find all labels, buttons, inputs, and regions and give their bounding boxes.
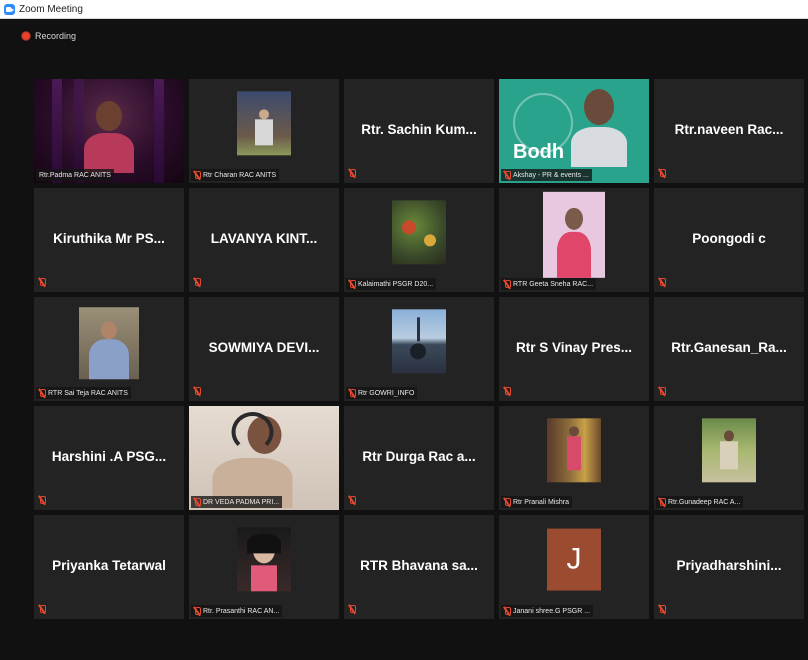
participant-tile[interactable]: Rtr Durga Rac a...	[344, 406, 494, 510]
mic-muted-icon	[504, 279, 511, 289]
mic-muted-icon	[39, 496, 46, 505]
participant-tile[interactable]: RTR Geeta Sneha RAC...	[499, 188, 649, 292]
mic-muted-icon	[194, 606, 201, 616]
mic-muted-icon	[194, 170, 201, 180]
participant-name-label: Janani shree.G PSGR ...	[501, 605, 594, 617]
participant-name-label: Rtr GOWRI_INFO	[346, 387, 418, 399]
participant-name-label: Kalaimathi PSGR D20...	[346, 278, 437, 290]
profile-photo	[79, 307, 139, 380]
banner-text: Bodh	[513, 141, 565, 163]
participant-name-label: RTR Geeta Sneha RAC...	[501, 278, 597, 290]
participant-tile[interactable]: Rtr Charan RAC ANITS	[189, 79, 339, 183]
participant-name-label: DR VEDA PADMA PRI...	[191, 496, 283, 508]
mic-muted-icon	[504, 497, 511, 507]
participant-name: Rtr.Ganesan_Ra...	[671, 340, 787, 355]
participant-tile[interactable]: RTR Bhavana sa...	[344, 515, 494, 619]
profile-photo	[547, 418, 601, 483]
profile-photo	[543, 191, 605, 278]
mic-muted-icon	[349, 496, 356, 505]
participant-avatar: J	[547, 528, 601, 591]
participant-name-label: Akshay - PR & events ...	[501, 169, 592, 181]
participant-tile[interactable]: Rtr. Prasanthi RAC AN...	[189, 515, 339, 619]
mic-muted-icon	[349, 169, 356, 178]
participant-tile[interactable]: Rtr.naveen Rac...	[654, 79, 804, 183]
mic-muted-icon	[39, 278, 46, 287]
participant-name-label: RTR Sai Teja RAC ANITS	[36, 387, 131, 399]
participant-tile[interactable]: Rtr Pranali Mishra	[499, 406, 649, 510]
profile-photo	[392, 200, 446, 265]
participant-tile[interactable]: Poongodi c	[654, 188, 804, 292]
mic-muted-icon	[194, 278, 201, 287]
participant-tile[interactable]: DR VEDA PADMA PRI...	[189, 406, 339, 510]
participant-video	[34, 79, 184, 183]
mic-muted-icon	[659, 278, 666, 287]
participant-tile[interactable]: Bodh Akshay - PR & events ...	[499, 79, 649, 183]
mic-muted-icon	[504, 387, 511, 396]
participant-name: Rtr Durga Rac a...	[362, 449, 476, 464]
participant-video	[189, 406, 339, 510]
participant-name-label: Rtr.Gunadeep RAC A...	[656, 496, 744, 508]
mic-muted-icon	[659, 605, 666, 614]
participant-name: Priyadharshini...	[676, 558, 782, 573]
mic-muted-icon	[659, 169, 666, 178]
mic-muted-icon	[659, 387, 666, 396]
mic-muted-icon	[504, 170, 511, 180]
participant-tile[interactable]: RTR Sai Teja RAC ANITS	[34, 297, 184, 401]
participant-tile[interactable]: Kiruthika Mr PS...	[34, 188, 184, 292]
mic-muted-icon	[194, 387, 201, 396]
participant-tile[interactable]: Rtr.Gunadeep RAC A...	[654, 406, 804, 510]
window-title: Zoom Meeting	[19, 3, 83, 15]
participant-tile[interactable]: Rtr.Padma RAC ANITS	[34, 79, 184, 183]
participant-name: RTR Bhavana sa...	[360, 558, 478, 573]
recording-icon	[22, 32, 30, 40]
meeting-area: Recording Rtr.Padma RAC ANITS Rtr Charan…	[0, 19, 808, 660]
mic-muted-icon	[39, 605, 46, 614]
participant-name: LAVANYA KINT...	[210, 231, 318, 246]
mic-muted-icon	[659, 497, 666, 507]
participant-tile[interactable]: Rtr GOWRI_INFO	[344, 297, 494, 401]
recording-indicator[interactable]: Recording	[22, 31, 76, 41]
profile-photo	[702, 418, 756, 483]
profile-photo	[237, 527, 291, 592]
participant-tile[interactable]: LAVANYA KINT...	[189, 188, 339, 292]
participant-name: Priyanka Tetarwal	[52, 558, 166, 573]
participant-tile[interactable]: Rtr S Vinay Pres...	[499, 297, 649, 401]
participant-tile[interactable]: Harshini .A PSG...	[34, 406, 184, 510]
mic-muted-icon	[349, 388, 356, 398]
participant-tile[interactable]: Rtr. Sachin Kum...	[344, 79, 494, 183]
mic-muted-icon	[194, 497, 201, 507]
participant-tile[interactable]: SOWMIYA DEVI...	[189, 297, 339, 401]
participant-tile[interactable]: Priyadharshini...	[654, 515, 804, 619]
participant-video: Bodh	[499, 79, 649, 183]
participant-name: SOWMIYA DEVI...	[208, 340, 320, 355]
participant-name: Poongodi c	[692, 231, 766, 246]
title-bar: Zoom Meeting	[0, 0, 808, 19]
mic-muted-icon	[39, 388, 46, 398]
participant-tile[interactable]: Rtr.Ganesan_Ra...	[654, 297, 804, 401]
mic-muted-icon	[349, 279, 356, 289]
participant-name-label: Rtr.Padma RAC ANITS	[36, 169, 114, 181]
zoom-app-icon	[4, 3, 15, 15]
participant-name: Rtr S Vinay Pres...	[515, 340, 633, 355]
participant-name: Rtr.naveen Rac...	[674, 122, 784, 137]
mic-muted-icon	[349, 605, 356, 614]
participant-tile[interactable]: J Janani shree.G PSGR ...	[499, 515, 649, 619]
participant-name: Harshini .A PSG...	[51, 449, 167, 464]
participant-tile[interactable]: Priyanka Tetarwal	[34, 515, 184, 619]
participant-name: Kiruthika Mr PS...	[53, 231, 165, 246]
mic-muted-icon	[504, 606, 511, 616]
profile-photo	[237, 91, 291, 156]
recording-label: Recording	[35, 31, 77, 41]
participant-tile[interactable]: Kalaimathi PSGR D20...	[344, 188, 494, 292]
profile-photo	[392, 309, 446, 374]
gallery-grid: Rtr.Padma RAC ANITS Rtr Charan RAC ANITS…	[34, 79, 804, 619]
participant-name-label: Rtr Pranali Mishra	[501, 496, 573, 508]
participant-name-label: Rtr Charan RAC ANITS	[191, 169, 280, 181]
participant-name: Rtr. Sachin Kum...	[361, 122, 477, 137]
participant-name-label: Rtr. Prasanthi RAC AN...	[191, 605, 283, 617]
